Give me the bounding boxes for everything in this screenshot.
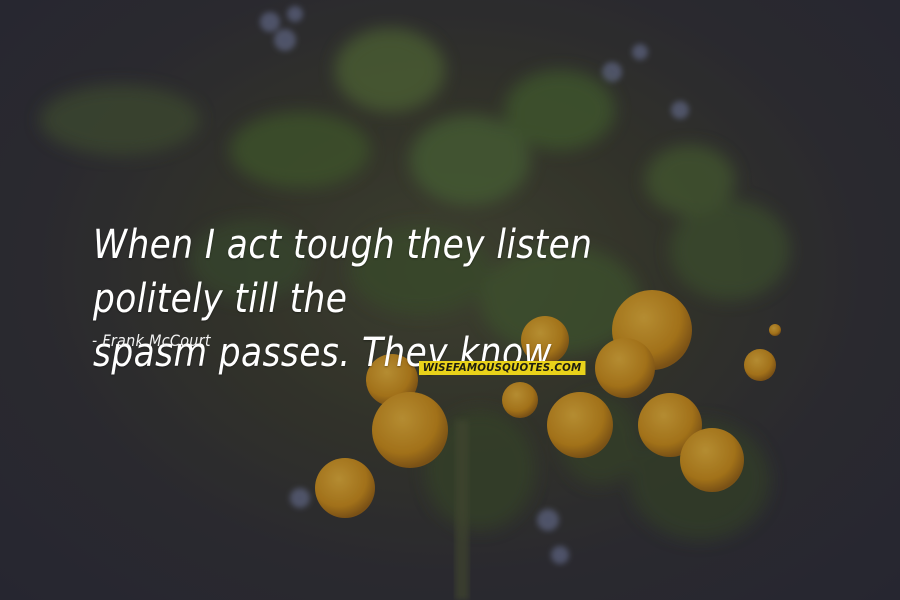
quote-author: - Frank McCourt [92, 331, 211, 350]
quote-text: When I act tough they listen politely ti… [93, 218, 729, 380]
watermark-logo: WISEFAMOUSQUOTES.COM [419, 361, 586, 375]
quote-image: When I act tough they listen politely ti… [0, 0, 900, 600]
quote-line: When I act tough they listen politely ti… [93, 222, 593, 322]
